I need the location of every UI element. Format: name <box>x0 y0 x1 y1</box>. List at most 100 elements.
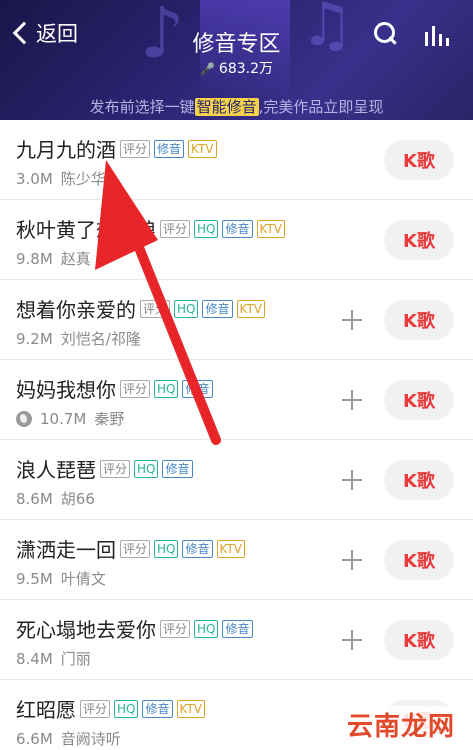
tag-badge: HQ <box>134 459 159 478</box>
play-count: 8.6M <box>16 489 53 508</box>
tag-badge: 评分 <box>120 139 151 158</box>
watermark-logo: 云南龙网 <box>336 706 466 742</box>
tag-badge: 修音 <box>162 459 193 478</box>
globe-icon <box>16 410 32 427</box>
tag-badge: 评分 <box>120 539 151 558</box>
play-count: 3.0M <box>16 169 53 188</box>
participant-count: 🎤 683.2万 <box>0 58 473 78</box>
tag-badge: 修音 <box>142 699 173 718</box>
song-title: 秋叶黄了想新娘 <box>16 218 156 242</box>
song-meta: 9.5M 叶倩文 <box>16 568 106 589</box>
list-item[interactable]: 九月九的酒 评分 修音 KTV 3.0M 陈少华 K歌 <box>0 120 473 200</box>
song-title-line: 想着你亲爱的 评分 HQ 修音 KTV <box>16 294 265 323</box>
song-meta: 6.6M 音阙诗听 <box>16 728 121 749</box>
song-title: 潇洒走一回 <box>16 538 116 562</box>
artist-name: 叶倩文 <box>60 570 106 588</box>
promo-text: 发布前选择一键 智能修音 ,完美作品立即呈现 <box>0 96 473 117</box>
artist-name: 秦野 <box>94 410 125 428</box>
artist-name: 赵真 <box>60 250 91 268</box>
song-title-line: 浪人琵琶 评分 HQ 修音 <box>16 454 193 483</box>
song-title: 妈妈我想你 <box>16 378 116 402</box>
add-icon[interactable] <box>342 310 362 330</box>
song-meta: 9.8M 赵真 <box>16 248 91 269</box>
search-icon[interactable] <box>374 22 398 46</box>
song-meta: 10.7M 秦野 <box>16 408 124 429</box>
list-item[interactable]: 浪人琵琶 评分 HQ 修音 8.6M 胡66 K歌 <box>0 440 473 520</box>
song-title: 想着你亲爱的 <box>16 298 136 322</box>
tag-badge: 修音 <box>154 139 185 158</box>
artist-name: 音阙诗听 <box>60 730 121 748</box>
song-meta: 8.4M 门丽 <box>16 648 91 669</box>
tag-badge: KTV <box>236 299 265 318</box>
tag-badge: HQ <box>154 379 179 398</box>
promo-text-before: 发布前选择一键 <box>89 98 195 116</box>
tag-badge: KTV <box>188 139 217 158</box>
tag-badge: KTV <box>256 219 285 238</box>
song-title-line: 死心塌地去爱你 评分 HQ 修音 <box>16 614 253 643</box>
tag-badge: 评分 <box>140 299 171 318</box>
karaoke-button[interactable]: K歌 <box>384 300 454 340</box>
karaoke-button[interactable]: K歌 <box>384 620 454 660</box>
artist-name: 刘恺名/祁隆 <box>60 330 141 348</box>
tag-badge: 评分 <box>120 379 151 398</box>
song-title-line: 秋叶黄了想新娘 评分 HQ 修音 KTV <box>16 214 285 243</box>
add-icon[interactable] <box>342 470 362 490</box>
tag-badge: 评分 <box>80 699 111 718</box>
tag-badge: 评分 <box>100 459 131 478</box>
list-item[interactable]: 妈妈我想你 评分 HQ 修音 10.7M 秦野 K歌 <box>0 360 473 440</box>
tag-badge: KTV <box>176 699 205 718</box>
promo-text-after: ,完美作品立即呈现 <box>258 98 384 116</box>
tag-badge: 修音 <box>222 219 253 238</box>
karaoke-button[interactable]: K歌 <box>384 140 454 180</box>
song-title: 红昭愿 <box>16 698 76 722</box>
artist-name: 胡66 <box>60 490 95 508</box>
song-title: 九月九的酒 <box>16 138 116 162</box>
tag-badge: 修音 <box>202 299 233 318</box>
list-item[interactable]: 秋叶黄了想新娘 评分 HQ 修音 KTV 9.8M 赵真 K歌 <box>0 200 473 280</box>
play-count: 8.4M <box>16 649 53 668</box>
song-title-line: 潇洒走一回 评分 HQ 修音 KTV <box>16 534 245 563</box>
tag-badge: 修音 <box>222 619 253 638</box>
promo-highlight: 智能修音 <box>194 98 259 116</box>
microphone-icon: 🎤 <box>199 62 215 76</box>
song-title: 死心塌地去爱你 <box>16 618 156 642</box>
tag-badge: HQ <box>114 699 139 718</box>
play-count: 9.2M <box>16 329 53 348</box>
tag-badge: HQ <box>194 619 219 638</box>
count-value: 683.2万 <box>218 61 274 77</box>
add-icon[interactable] <box>342 630 362 650</box>
tag-badge: 评分 <box>160 619 191 638</box>
list-item[interactable]: 死心塌地去爱你 评分 HQ 修音 8.4M 门丽 K歌 <box>0 600 473 680</box>
song-title-line: 妈妈我想你 评分 HQ 修音 <box>16 374 213 403</box>
artist-name: 陈少华 <box>60 170 106 188</box>
karaoke-button[interactable]: K歌 <box>384 220 454 260</box>
page-title: 修音专区 <box>192 32 281 57</box>
song-meta: 9.2M 刘恺名/祁隆 <box>16 328 141 349</box>
play-count: 9.8M <box>16 249 53 268</box>
song-title: 浪人琵琶 <box>16 458 96 482</box>
artist-name: 门丽 <box>60 650 91 668</box>
play-count: 10.7M <box>40 409 87 428</box>
tag-badge: HQ <box>194 219 219 238</box>
tag-badge: 评分 <box>160 219 191 238</box>
play-count: 9.5M <box>16 569 53 588</box>
ranking-chart-icon[interactable] <box>425 24 453 46</box>
song-meta: 3.0M 陈少华 <box>16 168 106 189</box>
list-item[interactable]: 潇洒走一回 评分 HQ 修音 KTV 9.5M 叶倩文 K歌 <box>0 520 473 600</box>
song-meta: 8.6M 胡66 <box>16 488 95 509</box>
song-list: 九月九的酒 评分 修音 KTV 3.0M 陈少华 K歌 秋叶黄了想新娘 评分 HQ 修音 KTV 9.8… <box>0 120 473 750</box>
song-title-line: 红昭愿 评分 HQ 修音 KTV <box>16 694 205 723</box>
song-title-line: 九月九的酒 评分 修音 KTV <box>16 134 217 163</box>
add-icon[interactable] <box>342 390 362 410</box>
header-banner: ♪ ♫ 返回 修音专区 🎤 683.2万 发布前选择一键 智能修音 ,完美作品立即呈现 <box>0 0 473 120</box>
list-item[interactable]: 想着你亲爱的 评分 HQ 修音 KTV 9.2M 刘恺名/祁隆 K歌 <box>0 280 473 360</box>
add-icon[interactable] <box>342 550 362 570</box>
play-count: 6.6M <box>16 729 53 748</box>
tag-badge: HQ <box>174 299 199 318</box>
tag-badge: KTV <box>216 539 245 558</box>
tag-badge: 修音 <box>182 379 213 398</box>
karaoke-button[interactable]: K歌 <box>384 460 454 500</box>
tag-badge: 修音 <box>182 539 213 558</box>
karaoke-button[interactable]: K歌 <box>384 540 454 580</box>
karaoke-button[interactable]: K歌 <box>384 380 454 420</box>
